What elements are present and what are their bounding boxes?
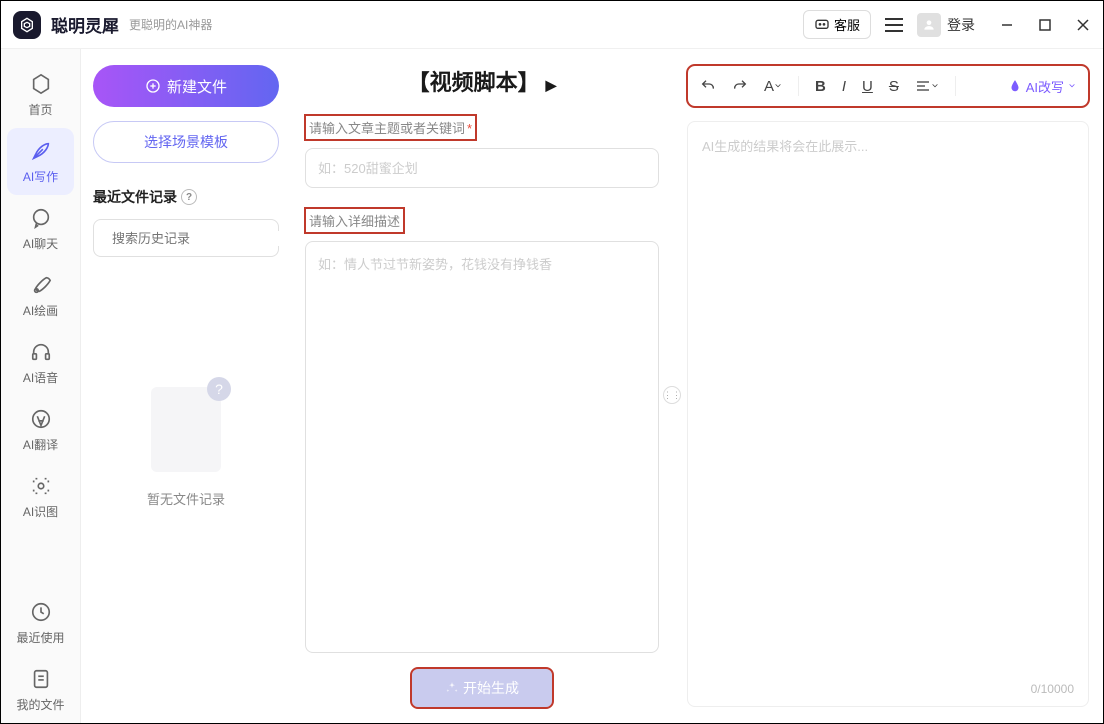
choose-template-button[interactable]: 选择场景模板 bbox=[93, 121, 279, 163]
recent-files-label: 最近文件记录 ? bbox=[93, 187, 279, 207]
customer-service-label: 客服 bbox=[834, 15, 860, 34]
sidebar-item-label: 首页 bbox=[28, 101, 52, 118]
avatar-icon bbox=[917, 13, 941, 37]
sidebar-item-recent[interactable]: 最近使用 bbox=[1, 589, 80, 656]
sidebar-item-vision[interactable]: AI识图 bbox=[1, 463, 80, 530]
detail-textarea[interactable] bbox=[305, 241, 659, 653]
editor-panel: 【视频脚本】▶ 请输入文章主题或者关键词* 请输入详细描述 开始生成 bbox=[291, 49, 673, 723]
hamburger-menu-icon[interactable] bbox=[885, 18, 903, 32]
sidebar-item-label: AI聊天 bbox=[23, 235, 58, 252]
feather-icon bbox=[28, 138, 54, 164]
ai-rewrite-label: AI改写 bbox=[1026, 77, 1064, 96]
italic-icon[interactable]: I bbox=[842, 78, 846, 95]
file-panel: 新建文件 选择场景模板 最近文件记录 ? ? 暂无文件记录 bbox=[81, 49, 291, 723]
strikethrough-icon[interactable]: S bbox=[889, 78, 899, 95]
topic-field-label: 请输入文章主题或者关键词* bbox=[305, 115, 476, 140]
brush-icon bbox=[28, 272, 54, 298]
sidebar-item-chat[interactable]: AI聊天 bbox=[1, 195, 80, 262]
sidebar-item-myfiles[interactable]: 我的文件 bbox=[1, 656, 80, 723]
search-history-input[interactable] bbox=[93, 219, 279, 257]
bold-icon[interactable]: B bbox=[815, 78, 826, 95]
titlebar: 聪明灵犀 更聪明的AI神器 客服 登录 bbox=[1, 1, 1103, 49]
drag-handle-icon[interactable]: ⋮⋮ bbox=[663, 386, 681, 404]
home-icon bbox=[28, 71, 54, 97]
chat-bubble-icon bbox=[28, 205, 54, 231]
help-icon[interactable]: ? bbox=[181, 189, 197, 205]
login-label: 登录 bbox=[947, 15, 975, 35]
sidebar-item-label: AI翻译 bbox=[23, 436, 58, 453]
search-input-field[interactable] bbox=[112, 231, 288, 246]
clock-icon bbox=[28, 599, 54, 625]
ai-rewrite-button[interactable]: AI改写 bbox=[1008, 77, 1076, 96]
sidebar-item-label: AI语音 bbox=[23, 369, 58, 386]
login-button[interactable]: 登录 bbox=[917, 13, 975, 37]
sidebar-item-translate[interactable]: AI翻译 bbox=[1, 396, 80, 463]
output-textarea[interactable]: AI生成的结果将会在此展示... 0/10000 bbox=[687, 121, 1089, 707]
underline-icon[interactable]: U bbox=[862, 78, 873, 95]
font-color-icon[interactable]: A bbox=[764, 78, 782, 95]
chevron-down-icon bbox=[1068, 82, 1076, 90]
play-icon[interactable]: ▶ bbox=[546, 77, 557, 93]
detail-field-label: 请输入详细描述 bbox=[305, 208, 404, 233]
close-icon[interactable] bbox=[1075, 17, 1091, 33]
generate-label: 开始生成 bbox=[463, 678, 519, 698]
minimize-icon[interactable] bbox=[999, 17, 1015, 33]
output-panel: ⋮⋮ A B I U S AI改写 AI生成的结果将会在此展示... 0/100… bbox=[673, 49, 1103, 723]
new-file-button[interactable]: 新建文件 bbox=[93, 65, 279, 107]
sidebar-item-label: 我的文件 bbox=[16, 696, 64, 713]
sparkle-icon bbox=[445, 681, 459, 695]
translate-icon bbox=[28, 406, 54, 432]
leaf-icon bbox=[1008, 79, 1022, 93]
new-file-label: 新建文件 bbox=[167, 76, 227, 97]
sidebar-item-writing[interactable]: AI写作 bbox=[7, 128, 74, 195]
topic-input[interactable] bbox=[305, 148, 659, 188]
customer-service-button[interactable]: 客服 bbox=[803, 10, 871, 39]
char-count: 0/10000 bbox=[1031, 682, 1074, 696]
empty-state: ? 暂无文件记录 bbox=[93, 377, 279, 508]
output-placeholder: AI生成的结果将会在此展示... bbox=[702, 139, 868, 154]
sidebar-item-label: AI绘画 bbox=[23, 302, 58, 319]
sidebar-item-label: AI识图 bbox=[23, 503, 58, 520]
app-tagline: 更聪明的AI神器 bbox=[129, 16, 212, 33]
redo-icon[interactable] bbox=[732, 78, 748, 94]
image-recognition-icon bbox=[28, 473, 54, 499]
undo-icon[interactable] bbox=[700, 78, 716, 94]
sidebar-item-label: AI写作 bbox=[23, 168, 58, 185]
empty-illustration-icon: ? bbox=[141, 377, 231, 477]
document-icon bbox=[28, 666, 54, 692]
align-icon[interactable] bbox=[915, 78, 939, 94]
app-name: 聪明灵犀 bbox=[51, 12, 119, 37]
sidebar-item-paint[interactable]: AI绘画 bbox=[1, 262, 80, 329]
generate-button[interactable]: 开始生成 bbox=[412, 669, 552, 707]
sidebar-item-voice[interactable]: AI语音 bbox=[1, 329, 80, 396]
editor-toolbar: A B I U S AI改写 bbox=[687, 65, 1089, 107]
chat-icon bbox=[814, 17, 830, 33]
headphone-icon bbox=[28, 339, 54, 365]
sidebar: 首页 AI写作 AI聊天 AI绘画 AI语音 AI翻译 AI识图 最 bbox=[1, 49, 81, 723]
panel-title: 【视频脚本】▶ bbox=[305, 65, 659, 97]
app-logo-icon bbox=[13, 11, 41, 39]
maximize-icon[interactable] bbox=[1037, 17, 1053, 33]
plus-circle-icon bbox=[145, 78, 161, 94]
sidebar-item-label: 最近使用 bbox=[16, 629, 64, 646]
sidebar-item-home[interactable]: 首页 bbox=[1, 61, 80, 128]
empty-text: 暂无文件记录 bbox=[147, 489, 225, 508]
